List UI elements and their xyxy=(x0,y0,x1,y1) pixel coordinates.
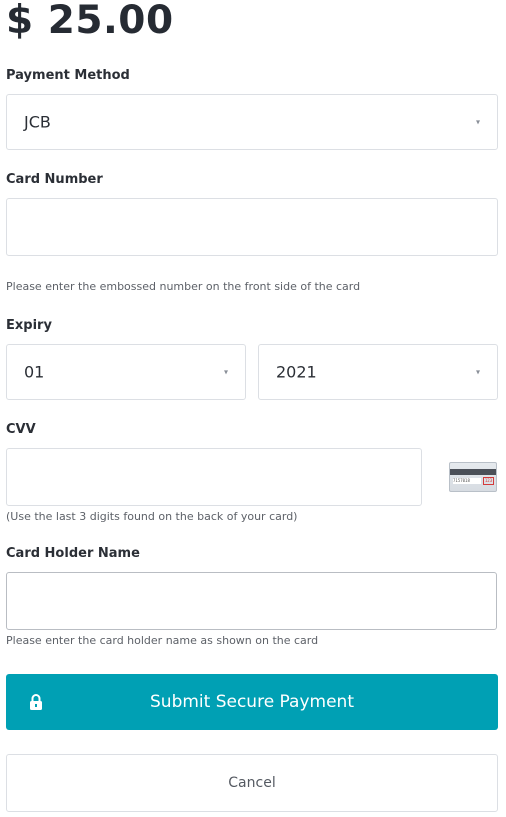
signature-strip: 7157018 xyxy=(453,478,481,484)
chevron-down-icon: ▾ xyxy=(475,367,480,377)
card-number-input[interactable] xyxy=(6,198,498,256)
chevron-down-icon: ▾ xyxy=(475,117,480,127)
expiry-year-select[interactable]: 2021 ▾ xyxy=(258,344,498,400)
card-holder-input[interactable] xyxy=(6,572,497,630)
card-holder-label: Card Holder Name xyxy=(6,546,140,561)
payment-amount: $ 25.00 xyxy=(6,0,174,43)
expiry-label: Expiry xyxy=(6,318,52,333)
cvv-label: CVV xyxy=(6,422,36,437)
payment-method-select[interactable]: JCB ▾ xyxy=(6,94,498,150)
card-number-label: Card Number xyxy=(6,172,103,187)
payment-method-label: Payment Method xyxy=(6,68,130,83)
submit-payment-label: Submit Secure Payment xyxy=(150,692,354,712)
cancel-label: Cancel xyxy=(228,775,276,791)
lock-icon xyxy=(30,694,42,710)
magnetic-stripe xyxy=(450,469,496,475)
expiry-month-select[interactable]: 01 ▾ xyxy=(6,344,246,400)
payment-method-value: JCB xyxy=(24,112,51,132)
card-number-hint: Please enter the embossed number on the … xyxy=(6,280,361,293)
cvv-box: 123 xyxy=(483,477,494,485)
submit-payment-button[interactable]: Submit Secure Payment xyxy=(6,674,498,730)
cvv-input[interactable] xyxy=(6,448,422,506)
card-back-icon: 7157018 123 xyxy=(449,462,497,492)
card-holder-hint: Please enter the card holder name as sho… xyxy=(6,634,319,647)
expiry-month-value: 01 xyxy=(24,362,45,382)
cancel-button[interactable]: Cancel xyxy=(6,754,498,812)
cvv-hint: (Use the last 3 digits found on the back… xyxy=(6,510,298,523)
expiry-year-value: 2021 xyxy=(276,362,317,382)
chevron-down-icon: ▾ xyxy=(223,367,228,377)
